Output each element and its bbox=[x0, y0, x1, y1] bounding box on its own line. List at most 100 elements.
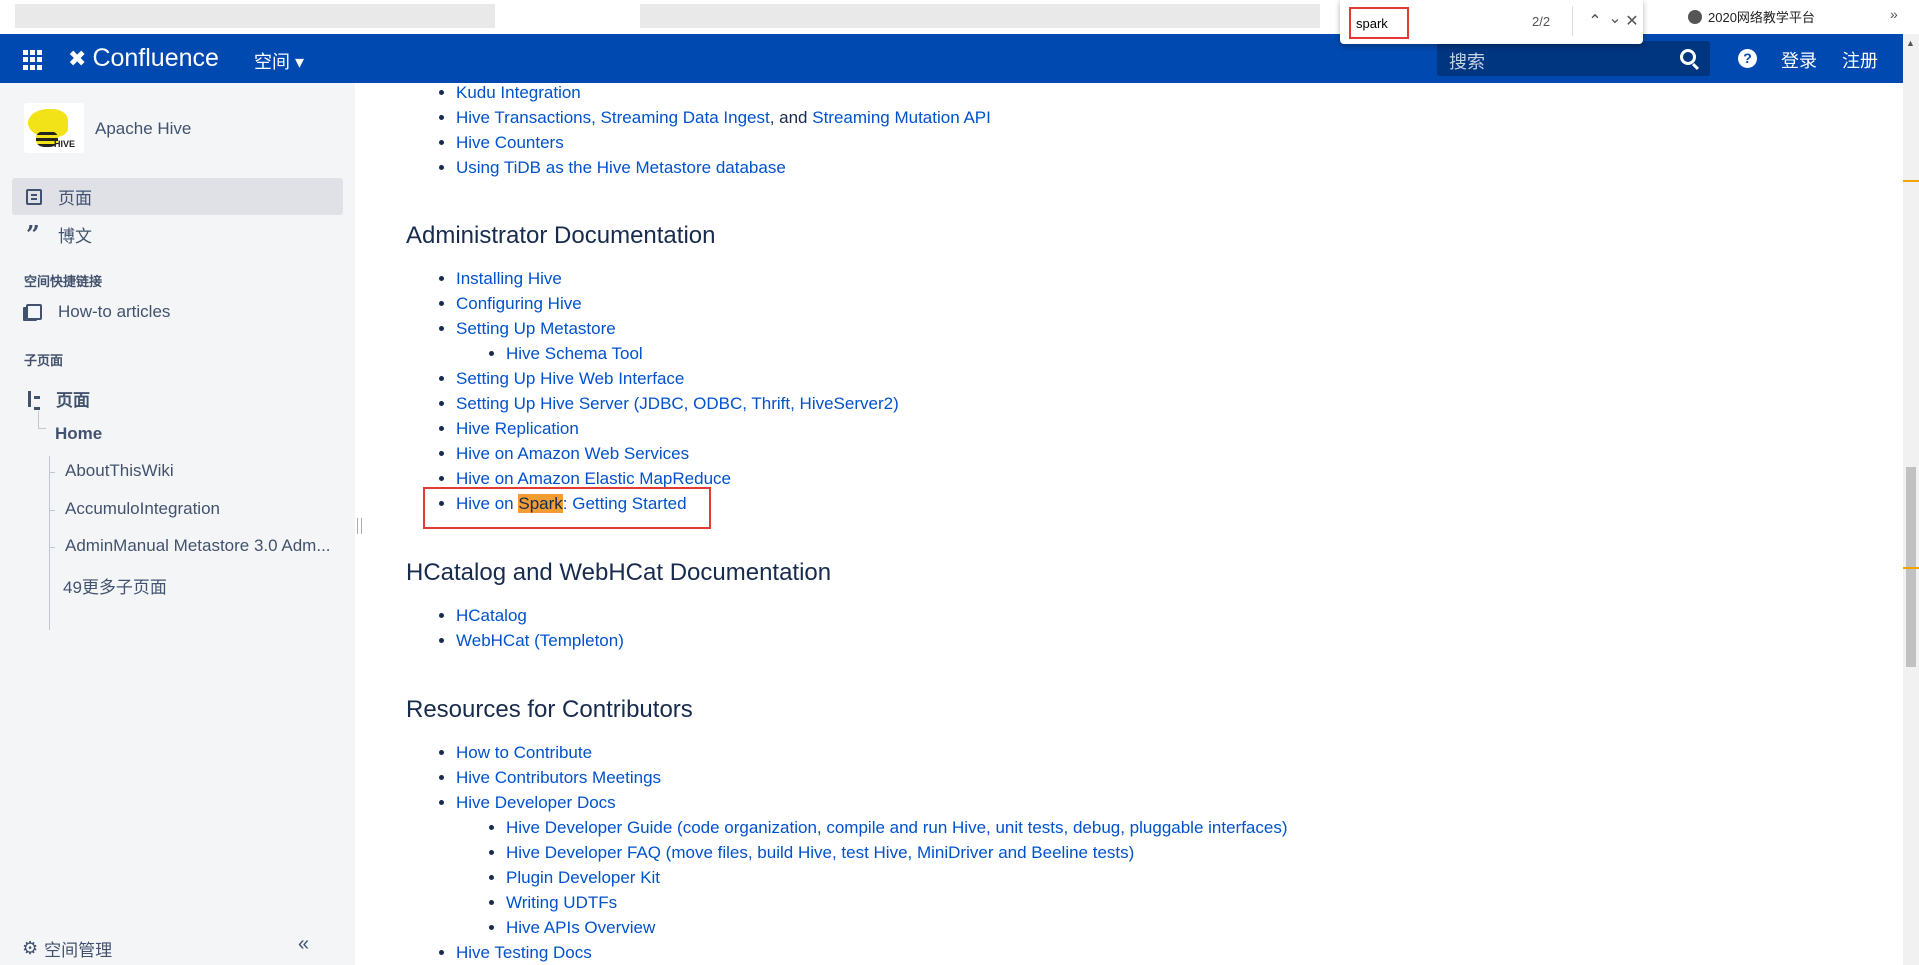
link[interactable]: Hive Contributors Meetings bbox=[456, 768, 661, 787]
tree-item[interactable]: AccumuloIntegration bbox=[65, 499, 220, 519]
page-tree-root[interactable]: 页面 bbox=[28, 386, 90, 411]
collapse-sidebar-button[interactable]: « bbox=[298, 933, 309, 956]
help-icon[interactable]: ? bbox=[1738, 49, 1757, 68]
sidebar-resize-handle[interactable] bbox=[357, 518, 362, 534]
find-match-marker bbox=[1903, 567, 1919, 569]
bookmark-item[interactable]: 2020网络教学平台 bbox=[1688, 7, 1815, 26]
sidebar-item-pages[interactable]: 页面 bbox=[12, 178, 343, 215]
link[interactable]: Writing UDTFs bbox=[506, 893, 617, 912]
hcat-list: HCatalog WebHCat (Templeton) bbox=[456, 603, 1886, 653]
space-admin-button[interactable]: ⚙ 空间管理 bbox=[22, 936, 112, 961]
link[interactable]: Hive Developer Docs bbox=[456, 793, 616, 812]
admin-list: Installing Hive Configuring Hive Setting… bbox=[456, 266, 1886, 516]
find-match-count: 2/2 bbox=[1532, 14, 1551, 29]
list-item: Writing UDTFs bbox=[506, 890, 1886, 915]
quote-icon: ” bbox=[26, 219, 40, 249]
link[interactable]: Setting Up Hive Web Interface bbox=[456, 369, 684, 388]
spaces-menu[interactable]: 空间 ▾ bbox=[254, 48, 304, 74]
section-heading: HCatalog and WebHCat Documentation bbox=[406, 559, 832, 586]
gear-icon: ⚙ bbox=[22, 938, 39, 958]
list-item: Hive Developer Guide (code organization,… bbox=[506, 815, 1886, 840]
list-item: Setting Up Hive Server (JDBC, ODBC, Thri… bbox=[456, 391, 1886, 416]
link[interactable]: Streaming Mutation API bbox=[812, 108, 991, 127]
top-list: Kudu Integration Hive Transactions, Stre… bbox=[456, 80, 1886, 180]
blurred-bookmarks bbox=[15, 4, 495, 28]
login-link[interactable]: 登录 bbox=[1781, 47, 1817, 73]
find-close-icon[interactable]: ✕ bbox=[1622, 11, 1642, 31]
list-item: Using TiDB as the Hive Metastore databas… bbox=[456, 155, 1886, 180]
link[interactable]: Hive Developer Guide (code organization,… bbox=[506, 818, 1288, 837]
tree-item-home[interactable]: Home bbox=[55, 424, 102, 444]
more-bookmarks-button[interactable]: » bbox=[1890, 6, 1898, 22]
link[interactable]: Setting Up Metastore bbox=[456, 319, 616, 338]
search-input[interactable]: 搜索 bbox=[1437, 41, 1710, 76]
scroll-up-icon[interactable]: ▲ bbox=[1906, 38, 1915, 48]
link[interactable]: How to Contribute bbox=[456, 743, 592, 762]
link[interactable]: Hive Transactions, Streaming Data Ingest bbox=[456, 108, 770, 127]
section-heading: Resources for Contributors bbox=[406, 696, 693, 723]
list-item: Hive Replication bbox=[456, 416, 1886, 441]
space-name[interactable]: Apache Hive bbox=[95, 119, 191, 139]
find-in-page-bar: spark 2/2 ⌃ ⌄ ✕ bbox=[1340, 0, 1643, 44]
sidebar-item-blog[interactable]: ” 博文 bbox=[12, 216, 343, 253]
list-item: HCatalog bbox=[456, 603, 1886, 628]
link[interactable]: Hive Counters bbox=[456, 133, 564, 152]
section-heading: Administrator Documentation bbox=[406, 222, 716, 249]
link[interactable]: Hive Developer FAQ (move files, build Hi… bbox=[506, 843, 1134, 862]
list-item: Configuring Hive bbox=[456, 291, 1886, 316]
link[interactable]: Hive on Amazon Elastic MapReduce bbox=[456, 469, 731, 488]
link[interactable]: Configuring Hive bbox=[456, 294, 582, 313]
list-item: Hive Testing Docs bbox=[456, 940, 1886, 965]
link[interactable]: Plugin Developer Kit bbox=[506, 868, 660, 887]
list-item: Hive APIs Overview bbox=[506, 915, 1886, 940]
list-item: How to Contribute bbox=[456, 740, 1886, 765]
child-pages-heading: 子页面 bbox=[24, 353, 64, 368]
contrib-list: How to Contribute Hive Contributors Meet… bbox=[456, 740, 1886, 965]
page-tree-icon bbox=[28, 390, 44, 410]
more-child-pages-link[interactable]: 49更多子页面 bbox=[63, 573, 167, 598]
page-icon bbox=[26, 188, 42, 205]
list-item: Hive Transactions, Streaming Data Ingest… bbox=[456, 105, 1886, 130]
copy-icon bbox=[26, 303, 42, 320]
find-input[interactable]: spark bbox=[1349, 7, 1409, 39]
confluence-icon: ✖ bbox=[68, 45, 87, 71]
shortcuts-heading: 空间快捷链接 bbox=[24, 274, 103, 289]
tree-item[interactable]: AboutThisWiki bbox=[65, 461, 174, 481]
link[interactable]: Kudu Integration bbox=[456, 83, 581, 102]
link[interactable]: Hive on Amazon Web Services bbox=[456, 444, 689, 463]
link[interactable]: WebHCat (Templeton) bbox=[456, 631, 624, 650]
space-sidebar: HIVE Apache Hive 页面 ” 博文 空间快捷链接 How-to ar… bbox=[0, 83, 355, 965]
list-item: Hive on Amazon Web Services bbox=[456, 441, 1886, 466]
space-logo[interactable]: HIVE bbox=[24, 103, 84, 153]
list-item: Setting Up Metastore Hive Schema Tool bbox=[456, 316, 1886, 366]
list-item: Hive Schema Tool bbox=[506, 341, 1886, 366]
link[interactable]: Hive APIs Overview bbox=[506, 918, 655, 937]
app-switcher-icon[interactable] bbox=[23, 50, 43, 70]
find-previous-icon[interactable]: ⌃ bbox=[1585, 11, 1605, 31]
link[interactable]: Hive Replication bbox=[456, 419, 579, 438]
list-item: Hive Developer Docs Hive Developer Guide… bbox=[456, 790, 1886, 940]
list-item: Hive Contributors Meetings bbox=[456, 765, 1886, 790]
tree-item[interactable]: AdminManual Metastore 3.0 Adm... bbox=[65, 536, 331, 556]
confluence-logo[interactable]: ✖ Confluence bbox=[68, 44, 219, 73]
find-match-marker bbox=[1903, 180, 1919, 182]
link[interactable]: Using TiDB as the Hive Metastore databas… bbox=[456, 158, 786, 177]
link[interactable]: Hive Schema Tool bbox=[506, 344, 643, 363]
list-item: WebHCat (Templeton) bbox=[456, 628, 1886, 653]
list-item: Installing Hive bbox=[456, 266, 1886, 291]
signup-link[interactable]: 注册 bbox=[1842, 47, 1878, 73]
list-item: Kudu Integration bbox=[456, 80, 1886, 105]
link[interactable]: HCatalog bbox=[456, 606, 527, 625]
list-item: Setting Up Hive Web Interface bbox=[456, 366, 1886, 391]
page-scrollbar[interactable]: ▲ bbox=[1903, 34, 1919, 965]
divider bbox=[1572, 6, 1573, 36]
blurred-bookmarks bbox=[640, 4, 1320, 28]
link[interactable]: Installing Hive bbox=[456, 269, 562, 288]
search-icon[interactable] bbox=[1680, 49, 1696, 65]
annotation-box bbox=[423, 487, 711, 529]
link[interactable]: Hive Testing Docs bbox=[456, 943, 592, 962]
list-item: Plugin Developer Kit bbox=[506, 865, 1886, 890]
list-item: Hive Developer FAQ (move files, build Hi… bbox=[506, 840, 1886, 865]
link[interactable]: Setting Up Hive Server (JDBC, ODBC, Thri… bbox=[456, 394, 899, 413]
shortcut-how-to-articles[interactable]: How-to articles bbox=[12, 293, 343, 330]
